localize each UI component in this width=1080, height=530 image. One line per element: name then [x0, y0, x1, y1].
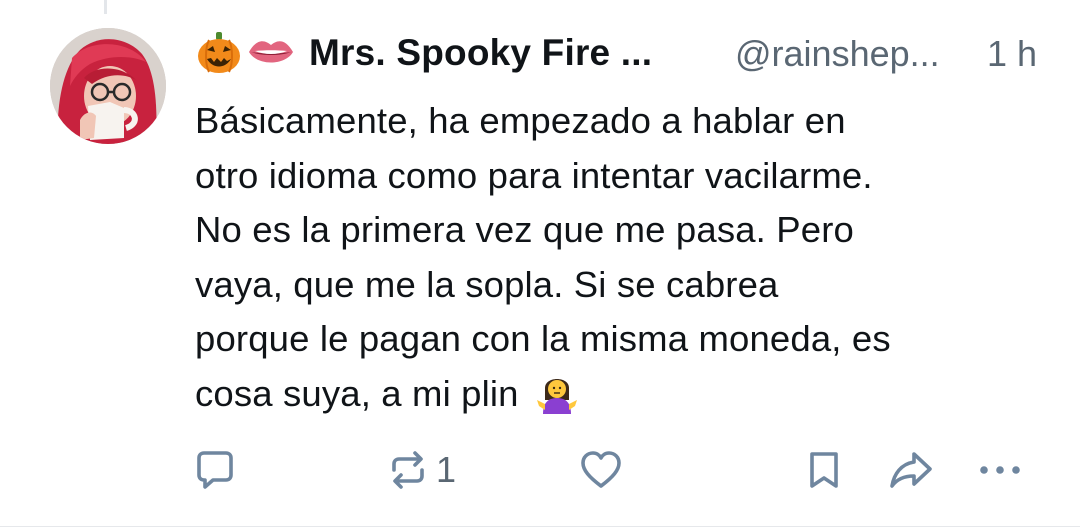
heart-icon — [581, 451, 621, 488]
bookmark-button[interactable] — [804, 448, 844, 492]
repost-icon — [392, 451, 424, 489]
thread-connector-line — [104, 0, 107, 14]
post-timestamp[interactable]: 1 h — [987, 33, 1037, 75]
post-text-line: otro idioma como para intentar vacilarme… — [195, 154, 873, 196]
post-divider — [0, 526, 1080, 527]
author-display-name[interactable]: Mrs. Spooky Fire ... — [309, 32, 652, 74]
like-button[interactable] — [579, 448, 629, 492]
share-arrow-icon — [890, 452, 932, 488]
bookmark-icon — [810, 452, 838, 488]
post-text-line: No es la primera vez que me pasa. Pero — [195, 209, 854, 250]
avatar[interactable] — [50, 28, 166, 144]
post-text: Básicamente, ha empezado a hablar en otr… — [195, 94, 1055, 429]
reply-button[interactable] — [193, 448, 243, 492]
woman-shrugging-icon — [535, 370, 579, 430]
post-text-line: vaya, que me la sopla. Si se cabrea — [195, 263, 779, 305]
post-text-last-line: cosa suya, a mi plin — [195, 367, 1055, 430]
repost-button[interactable]: 1 — [386, 448, 456, 492]
post-text-line: Básicamente, ha empezado a hablar en — [195, 100, 846, 141]
more-options-button[interactable] — [976, 448, 1024, 492]
post-text-line: cosa suya, a mi plin — [195, 372, 519, 414]
repost-count: 1 — [436, 449, 457, 490]
reply-icon — [197, 451, 233, 489]
lips-icon — [247, 32, 295, 77]
share-button[interactable] — [888, 448, 936, 492]
author-handle[interactable]: @rainshep... — [735, 33, 940, 75]
jack-o-lantern-icon — [195, 28, 243, 81]
post-text-line: porque le pagan con la misma moneda, es — [195, 318, 891, 359]
more-horizontal-icon — [980, 466, 1020, 474]
post-header: Mrs. Spooky Fire ... @rainshep... 1 h — [195, 28, 1055, 80]
